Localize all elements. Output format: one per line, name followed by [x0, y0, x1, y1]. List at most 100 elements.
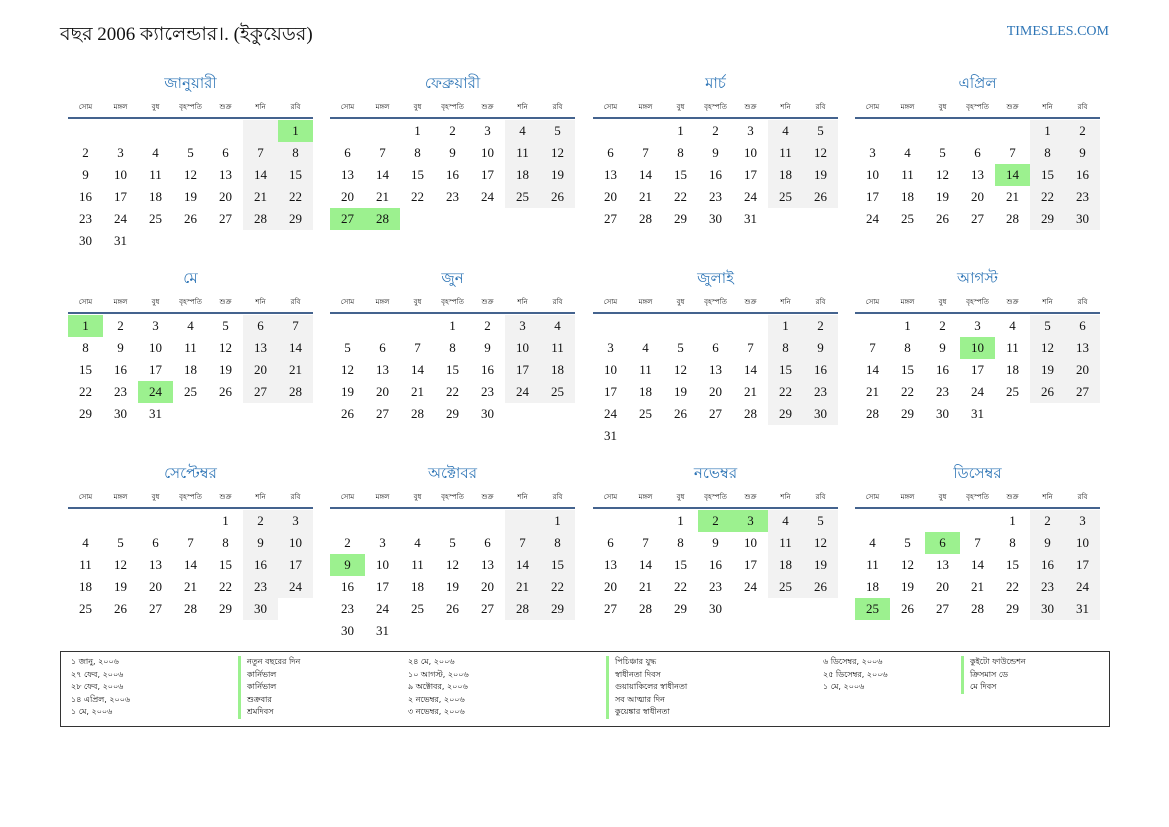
- day-cell[interactable]: 8: [1030, 142, 1065, 164]
- day-cell[interactable]: 26: [890, 598, 925, 620]
- day-cell[interactable]: 29: [663, 208, 698, 230]
- day-cell[interactable]: 22: [1030, 186, 1065, 208]
- day-cell[interactable]: 2: [68, 142, 103, 164]
- day-cell[interactable]: 11: [628, 359, 663, 381]
- day-cell[interactable]: 30: [470, 403, 505, 425]
- day-cell[interactable]: 25: [995, 381, 1030, 403]
- day-cell[interactable]: 21: [995, 186, 1030, 208]
- day-cell[interactable]: 17: [138, 359, 173, 381]
- day-cell[interactable]: 7: [365, 142, 400, 164]
- day-cell[interactable]: 1: [435, 315, 470, 337]
- day-cell[interactable]: 4: [628, 337, 663, 359]
- day-cell[interactable]: 18: [768, 164, 803, 186]
- day-cell[interactable]: 5: [803, 510, 838, 532]
- day-cell[interactable]: 5: [173, 142, 208, 164]
- day-cell[interactable]: 3: [855, 142, 890, 164]
- day-cell[interactable]: 12: [173, 164, 208, 186]
- day-cell[interactable]: 27: [925, 598, 960, 620]
- day-cell[interactable]: 16: [470, 359, 505, 381]
- day-cell[interactable]: 28: [628, 598, 663, 620]
- day-cell[interactable]: 17: [505, 359, 540, 381]
- day-cell[interactable]: 13: [960, 164, 995, 186]
- day-cell[interactable]: 24: [733, 186, 768, 208]
- day-cell[interactable]: 26: [173, 208, 208, 230]
- day-cell[interactable]: 30: [925, 403, 960, 425]
- day-cell[interactable]: 14: [855, 359, 890, 381]
- day-cell[interactable]: 30: [1065, 208, 1100, 230]
- day-cell[interactable]: 27: [208, 208, 243, 230]
- day-cell[interactable]: 4: [768, 510, 803, 532]
- day-cell[interactable]: 9: [470, 337, 505, 359]
- day-cell[interactable]: 6: [138, 532, 173, 554]
- day-cell[interactable]: 22: [540, 576, 575, 598]
- day-cell[interactable]: 21: [855, 381, 890, 403]
- day-cell[interactable]: 12: [925, 164, 960, 186]
- day-cell[interactable]: 27: [138, 598, 173, 620]
- day-cell[interactable]: 1: [663, 120, 698, 142]
- day-cell[interactable]: 10: [733, 142, 768, 164]
- day-cell[interactable]: 15: [278, 164, 313, 186]
- day-cell[interactable]: 15: [663, 554, 698, 576]
- day-cell[interactable]: 11: [505, 142, 540, 164]
- day-cell[interactable]: 3: [1065, 510, 1100, 532]
- day-cell[interactable]: 31: [733, 208, 768, 230]
- day-cell[interactable]: 18: [173, 359, 208, 381]
- day-cell[interactable]: 17: [960, 359, 995, 381]
- day-cell[interactable]: 20: [470, 576, 505, 598]
- holiday-day-cell[interactable]: 6: [925, 532, 960, 554]
- day-cell[interactable]: 26: [803, 576, 838, 598]
- day-cell[interactable]: 19: [803, 164, 838, 186]
- day-cell[interactable]: 20: [243, 359, 278, 381]
- day-cell[interactable]: 15: [995, 554, 1030, 576]
- day-cell[interactable]: 9: [803, 337, 838, 359]
- day-cell[interactable]: 13: [330, 164, 365, 186]
- day-cell[interactable]: 24: [278, 576, 313, 598]
- day-cell[interactable]: 8: [278, 142, 313, 164]
- day-cell[interactable]: 18: [505, 164, 540, 186]
- day-cell[interactable]: 10: [593, 359, 628, 381]
- day-cell[interactable]: 23: [1030, 576, 1065, 598]
- day-cell[interactable]: 11: [68, 554, 103, 576]
- day-cell[interactable]: 25: [890, 208, 925, 230]
- day-cell[interactable]: 19: [173, 186, 208, 208]
- day-cell[interactable]: 18: [68, 576, 103, 598]
- day-cell[interactable]: 29: [890, 403, 925, 425]
- day-cell[interactable]: 13: [138, 554, 173, 576]
- day-cell[interactable]: 24: [1065, 576, 1100, 598]
- day-cell[interactable]: 14: [733, 359, 768, 381]
- day-cell[interactable]: 29: [68, 403, 103, 425]
- day-cell[interactable]: 25: [173, 381, 208, 403]
- day-cell[interactable]: 28: [243, 208, 278, 230]
- day-cell[interactable]: 20: [593, 186, 628, 208]
- day-cell[interactable]: 23: [698, 186, 733, 208]
- day-cell[interactable]: 22: [435, 381, 470, 403]
- day-cell[interactable]: 21: [278, 359, 313, 381]
- day-cell[interactable]: 6: [593, 532, 628, 554]
- day-cell[interactable]: 11: [173, 337, 208, 359]
- day-cell[interactable]: 28: [628, 208, 663, 230]
- day-cell[interactable]: 25: [768, 186, 803, 208]
- day-cell[interactable]: 3: [733, 120, 768, 142]
- day-cell[interactable]: 6: [365, 337, 400, 359]
- holiday-day-cell[interactable]: 27: [330, 208, 365, 230]
- day-cell[interactable]: 3: [505, 315, 540, 337]
- day-cell[interactable]: 23: [698, 576, 733, 598]
- day-cell[interactable]: 27: [1065, 381, 1100, 403]
- day-cell[interactable]: 30: [68, 230, 103, 252]
- day-cell[interactable]: 15: [663, 164, 698, 186]
- day-cell[interactable]: 30: [698, 598, 733, 620]
- day-cell[interactable]: 17: [365, 576, 400, 598]
- day-cell[interactable]: 14: [278, 337, 313, 359]
- day-cell[interactable]: 4: [540, 315, 575, 337]
- day-cell[interactable]: 13: [208, 164, 243, 186]
- day-cell[interactable]: 30: [103, 403, 138, 425]
- day-cell[interactable]: 8: [663, 532, 698, 554]
- day-cell[interactable]: 22: [995, 576, 1030, 598]
- day-cell[interactable]: 27: [960, 208, 995, 230]
- day-cell[interactable]: 4: [995, 315, 1030, 337]
- day-cell[interactable]: 13: [243, 337, 278, 359]
- day-cell[interactable]: 5: [208, 315, 243, 337]
- day-cell[interactable]: 22: [400, 186, 435, 208]
- day-cell[interactable]: 4: [400, 532, 435, 554]
- day-cell[interactable]: 9: [925, 337, 960, 359]
